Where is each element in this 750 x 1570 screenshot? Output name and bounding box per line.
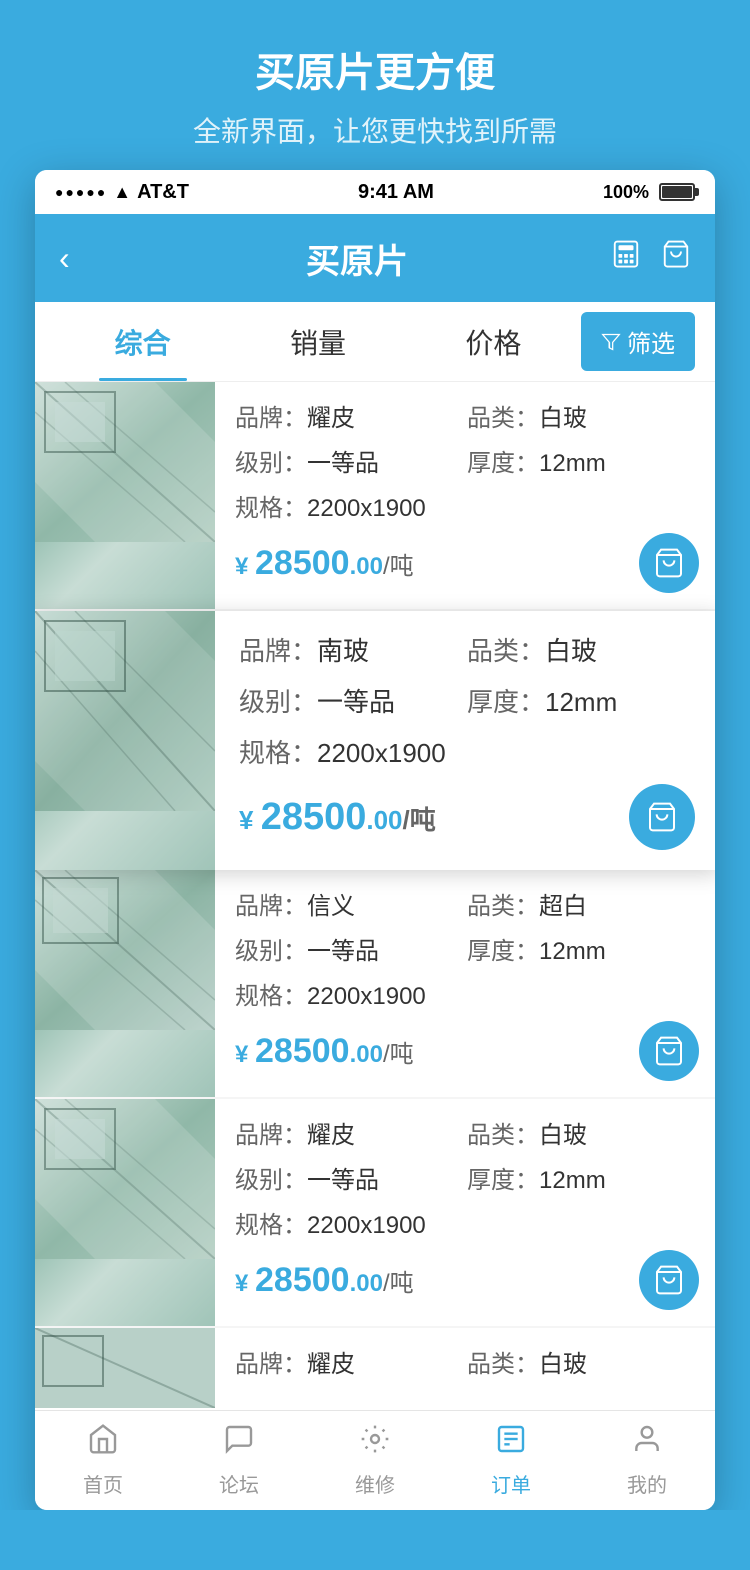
- product-specs: 品牌：南玻 品类：白玻 级别：一等品 厚度：12mm: [239, 631, 695, 719]
- size-spec: 规格：2200x1900: [235, 976, 699, 1011]
- price-row: ¥ 28500.00/吨: [239, 784, 695, 850]
- size-spec: 规格：2200x1900: [235, 1205, 699, 1240]
- size-spec: 规格：2200x1900: [235, 488, 699, 523]
- order-icon: [495, 1423, 527, 1463]
- product-info: 品牌：南玻 品类：白玻 级别：一等品 厚度：12mm 规格：2200x1900: [215, 611, 715, 870]
- thickness-spec: 厚度：12mm: [467, 931, 699, 966]
- list-item[interactable]: 品牌：信义 品类：超白 级别：一等品 厚度：12mm 规格：2200x1900: [35, 870, 715, 1097]
- list-item[interactable]: 品牌：南玻 品类：白玻 级别：一等品 厚度：12mm 规格：2200x1900: [35, 611, 715, 870]
- tab-order-label: 订单: [491, 1469, 531, 1498]
- product-image: [35, 382, 215, 609]
- list-item[interactable]: 品牌：耀皮 品类：白玻 级别：一等品 厚度：12mm 规格：2200x1900: [35, 1099, 715, 1326]
- bottom-space: [0, 1510, 750, 1570]
- product-image: [35, 1328, 215, 1408]
- add-to-cart-button[interactable]: [639, 533, 699, 593]
- product-price: ¥ 28500.00/吨: [235, 1261, 414, 1300]
- brand-spec: 品牌：耀皮: [235, 398, 467, 433]
- tab-home[interactable]: 首页: [35, 1411, 171, 1510]
- price-row: ¥ 28500.00/吨: [235, 1250, 699, 1310]
- add-to-cart-button[interactable]: [639, 1021, 699, 1081]
- product-info: 品牌：耀皮 品类：白玻: [215, 1328, 715, 1408]
- product-info: 品牌：耀皮 品类：白玻 级别：一等品 厚度：12mm 规格：2200x1900: [215, 382, 715, 609]
- brand-spec: 品牌：耀皮: [235, 1115, 467, 1150]
- list-item[interactable]: 品牌：耀皮 品类：白玻 级别：一等品 厚度：12mm 规格：2200x1900: [35, 382, 715, 609]
- nav-icons: [611, 239, 691, 277]
- tab-bar: 首页 论坛 维修: [35, 1410, 715, 1510]
- price-row: ¥ 28500.00/吨: [235, 533, 699, 593]
- product-price: ¥ 28500.00/吨: [235, 1032, 414, 1071]
- product-image: [35, 611, 215, 870]
- battery-percent: 100%: [603, 182, 649, 203]
- sort-tab-sales[interactable]: 销量: [230, 302, 405, 381]
- product-price: ¥ 28500.00/吨: [239, 796, 436, 839]
- category-spec: 品类：白玻: [467, 1115, 699, 1150]
- grade-spec: 级别：一等品: [235, 931, 467, 966]
- tab-order[interactable]: 订单: [443, 1411, 579, 1510]
- status-bar: ●●●●● ▲ AT&T 9:41 AM 100%: [35, 170, 715, 214]
- carrier-label: AT&T: [137, 181, 189, 204]
- product-info: 品牌：耀皮 品类：白玻 级别：一等品 厚度：12mm 规格：2200x1900: [215, 1099, 715, 1326]
- brand-spec: 品牌：信义: [235, 886, 467, 921]
- repair-icon: [359, 1423, 391, 1463]
- product-specs: 品牌：耀皮 品类：白玻 级别：一等品 厚度：12mm: [235, 398, 699, 478]
- app-subtitle: 全新界面，让您更快找到所需: [0, 110, 750, 150]
- nav-bar: ‹ 买原片: [35, 214, 715, 302]
- app-title: 买原片更方便: [0, 40, 750, 98]
- app-header: 买原片更方便 全新界面，让您更快找到所需: [0, 0, 750, 170]
- grade-spec: 级别：一等品: [235, 443, 467, 478]
- filter-button[interactable]: 筛选: [581, 312, 695, 371]
- tab-forum[interactable]: 论坛: [171, 1411, 307, 1510]
- status-left: ●●●●● ▲ AT&T: [55, 181, 189, 204]
- thickness-spec: 厚度：12mm: [467, 1160, 699, 1195]
- tab-repair[interactable]: 维修: [307, 1411, 443, 1510]
- tab-repair-label: 维修: [355, 1469, 395, 1498]
- product-specs: 品牌：耀皮 品类：白玻 级别：一等品 厚度：12mm: [235, 1115, 699, 1195]
- forum-icon: [223, 1423, 255, 1463]
- product-image: [35, 1099, 215, 1326]
- sort-tabs: 综合 销量 价格 筛选: [35, 302, 715, 382]
- status-right: 100%: [603, 182, 695, 203]
- nav-title: 买原片: [306, 234, 408, 283]
- sort-tab-price[interactable]: 价格: [406, 302, 581, 381]
- signal-dots: ●●●●●: [55, 184, 107, 200]
- product-image: [35, 870, 215, 1097]
- product-specs: 品牌：信义 品类：超白 级别：一等品 厚度：12mm: [235, 886, 699, 966]
- grade-spec: 级别：一等品: [239, 682, 467, 719]
- list-item[interactable]: 品牌：耀皮 品类：白玻: [35, 1328, 715, 1408]
- size-spec: 规格：2200x1900: [239, 733, 695, 770]
- add-to-cart-button[interactable]: [639, 1250, 699, 1310]
- cart-icon[interactable]: [661, 239, 691, 277]
- thickness-spec: 厚度：12mm: [467, 682, 695, 719]
- add-to-cart-button[interactable]: [629, 784, 695, 850]
- tab-profile-label: 我的: [627, 1469, 667, 1498]
- category-spec: 品类：白玻: [467, 631, 695, 668]
- category-spec: 品类：超白: [467, 886, 699, 921]
- tab-home-label: 首页: [83, 1469, 123, 1498]
- battery-icon: [659, 183, 695, 201]
- calculator-icon[interactable]: [611, 239, 641, 277]
- product-price: ¥ 28500.00/吨: [235, 544, 414, 583]
- grade-spec: 级别：一等品: [235, 1160, 467, 1195]
- product-list: 品牌：耀皮 品类：白玻 级别：一等品 厚度：12mm 规格：2200x1900: [35, 382, 715, 1408]
- price-row: ¥ 28500.00/吨: [235, 1021, 699, 1081]
- profile-icon: [631, 1423, 663, 1463]
- back-button[interactable]: ‹: [59, 240, 103, 277]
- status-time: 9:41 AM: [358, 181, 434, 204]
- tab-forum-label: 论坛: [219, 1469, 259, 1498]
- sort-tab-comprehensive[interactable]: 综合: [55, 302, 230, 381]
- tab-profile[interactable]: 我的: [579, 1411, 715, 1510]
- home-icon: [87, 1423, 119, 1463]
- wifi-icon: ▲: [113, 182, 131, 203]
- thickness-spec: 厚度：12mm: [467, 443, 699, 478]
- phone-frame: ●●●●● ▲ AT&T 9:41 AM 100% ‹ 买原片: [35, 170, 715, 1510]
- category-spec: 品类：白玻: [467, 398, 699, 433]
- brand-spec: 品牌：南玻: [239, 631, 467, 668]
- product-info: 品牌：信义 品类：超白 级别：一等品 厚度：12mm 规格：2200x1900: [215, 870, 715, 1097]
